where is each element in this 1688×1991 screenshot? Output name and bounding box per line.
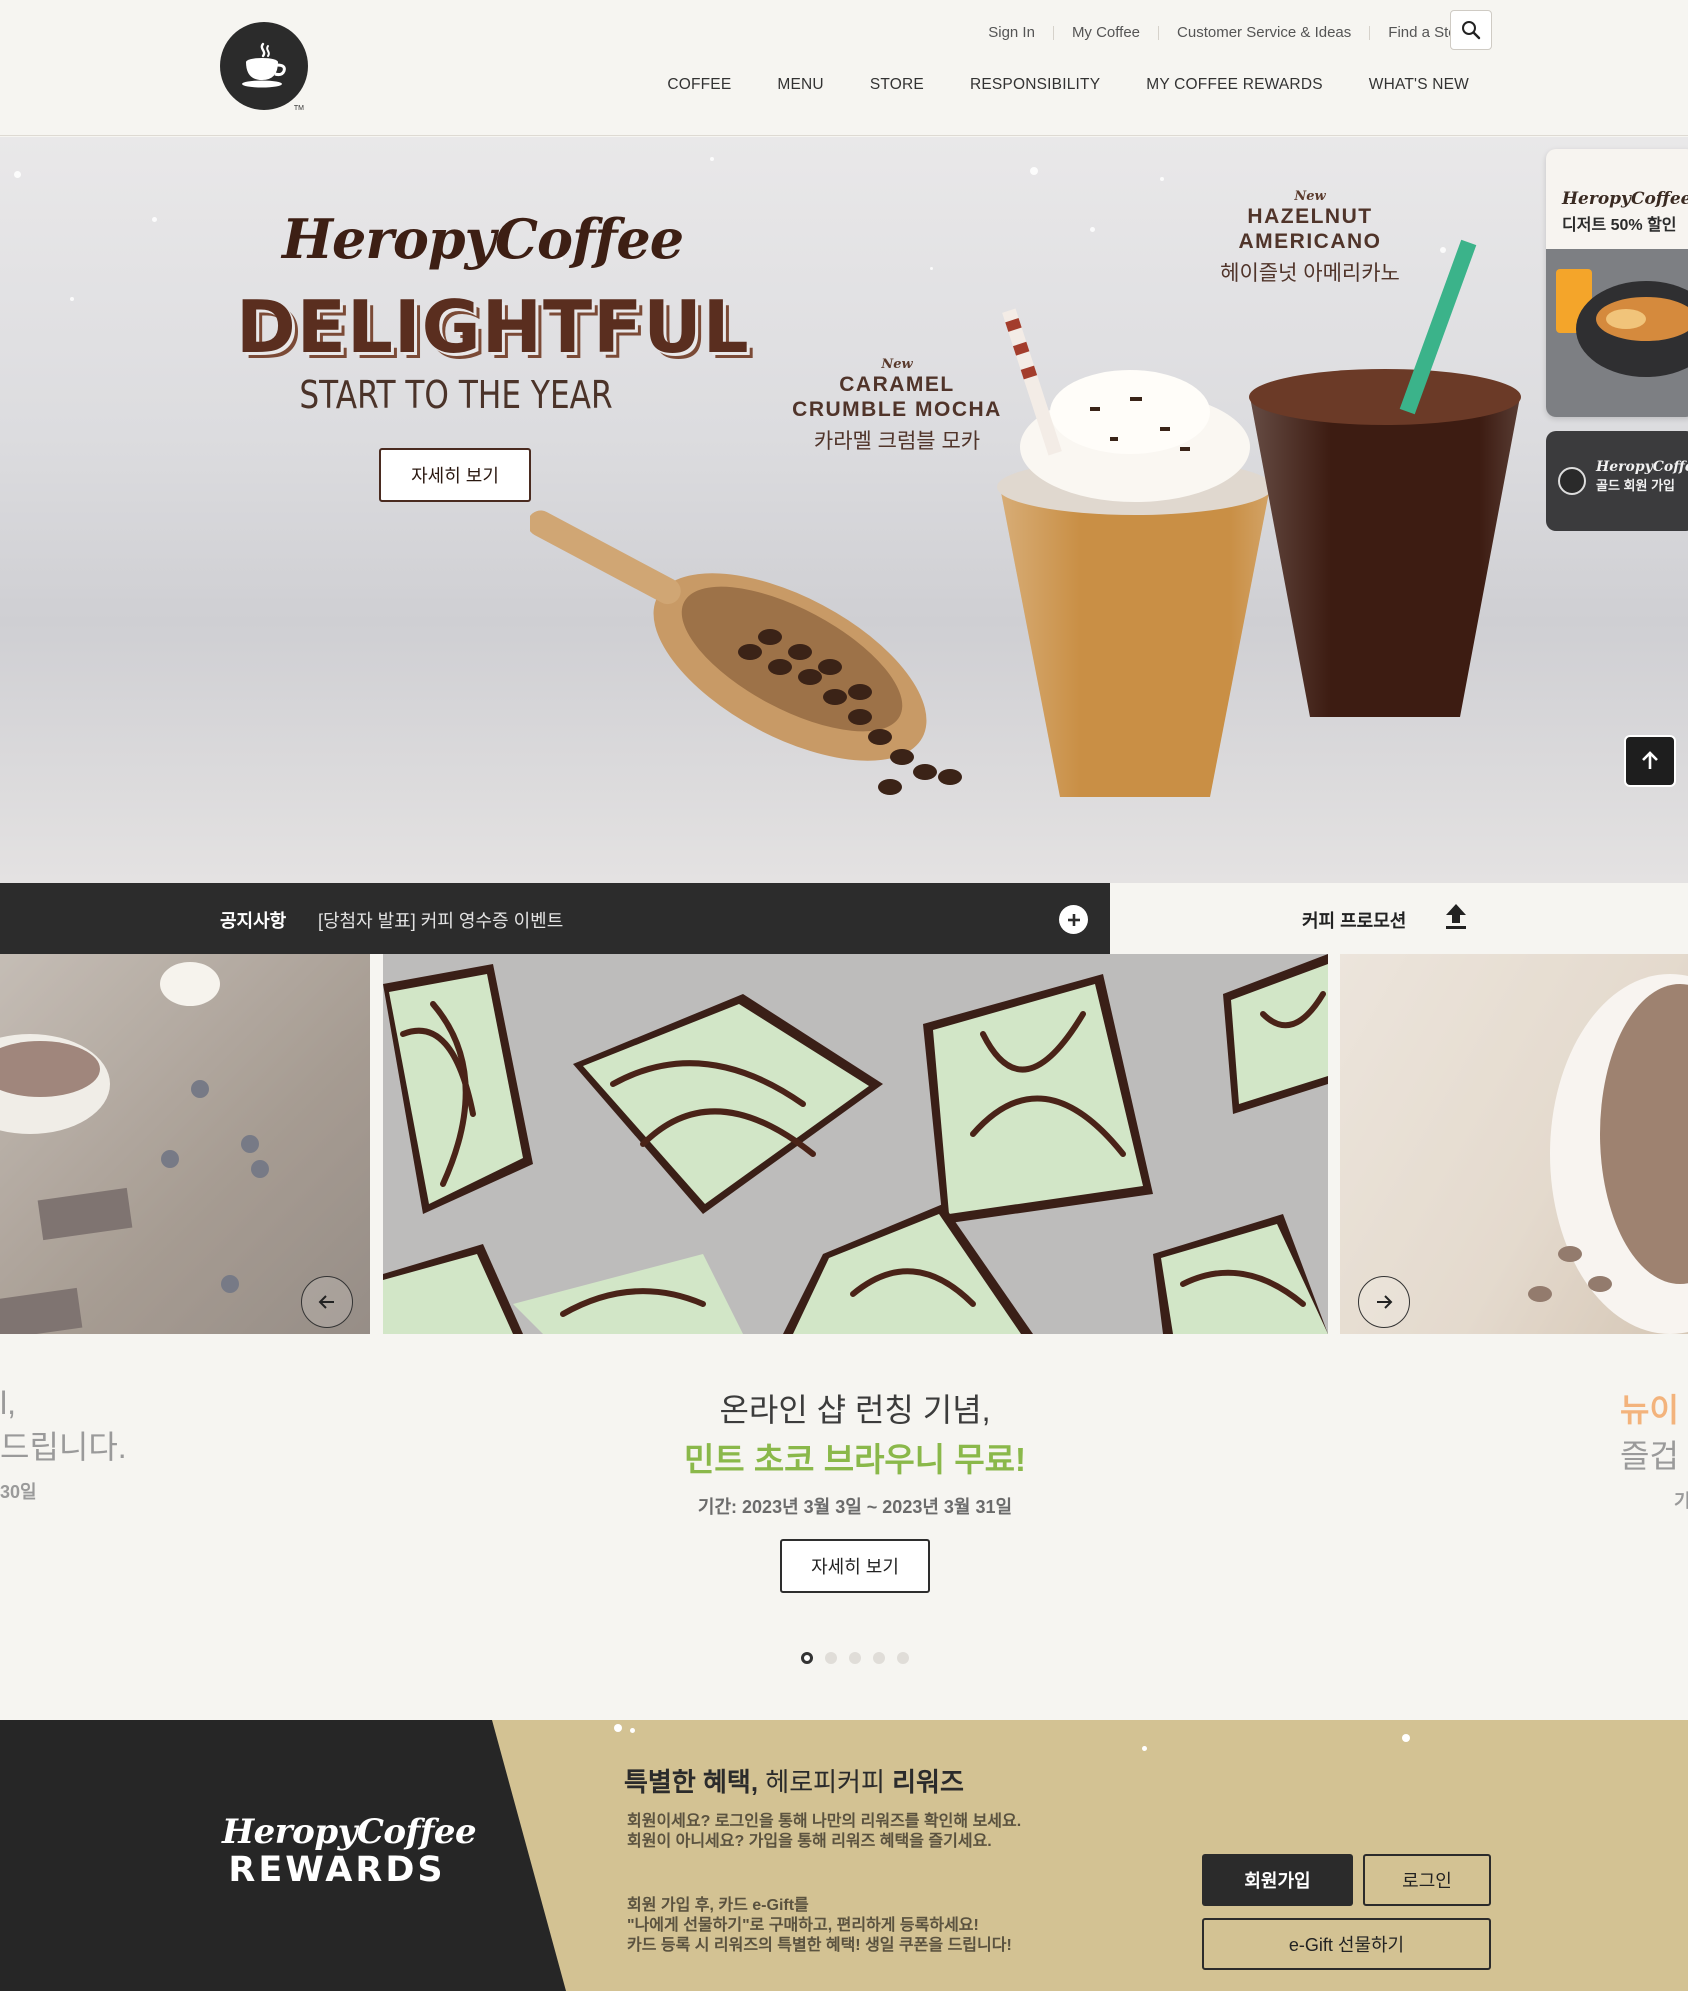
slider-prev-button[interactable]	[301, 1276, 353, 1328]
dessert-image	[1546, 249, 1688, 417]
gold-member-card[interactable]: HeropyCoffee 골드 회원 가입	[1546, 431, 1688, 531]
coffee-logo-icon	[1558, 467, 1586, 495]
slide-image-prev	[0, 954, 370, 1334]
customer-service-link[interactable]: Customer Service & Ideas	[1158, 25, 1369, 40]
site-header: TM Sign In My Coffee Customer Service & …	[0, 0, 1688, 136]
next-slide-line3: 기	[1674, 1491, 1688, 1511]
promotion-toggle[interactable]: 커피 프로모션	[1110, 883, 1688, 954]
card-brand: HeropyCoffee	[1562, 189, 1688, 209]
slider-next-button[interactable]	[1358, 1276, 1410, 1328]
prev-slide-line1: l,	[0, 1385, 16, 1421]
product-en-line2: AMERICANO	[1238, 230, 1382, 253]
rewards-title: REWARDS	[228, 1850, 446, 1890]
my-coffee-link[interactable]: My Coffee	[1052, 25, 1158, 40]
product-ko: 카라멜 크럼블 모카	[813, 430, 981, 453]
pagination-dot[interactable]	[849, 1652, 861, 1664]
product-hazelnut-label: New HAZELNUT AMERICANO 헤이즐넛 아메리카노	[1195, 189, 1425, 287]
notice-label: 공지사항	[220, 911, 287, 931]
next-slide-line1: 뉴이	[1620, 1392, 1679, 1428]
prev-slide-line2: 드립니다.	[0, 1429, 127, 1465]
nav-store[interactable]: STORE	[847, 76, 947, 94]
rewards-heading: 특별한 혜택, 헤로피커피 리워즈	[624, 1762, 964, 1799]
slide-caption: 온라인 샵 런칭 기념, 민트 초코 브라우니 무료! 기간: 2023년 3월…	[600, 1385, 1110, 1519]
slide-detail-button[interactable]: 자세히 보기	[780, 1539, 930, 1593]
pagination-dot[interactable]	[801, 1652, 813, 1664]
slider-pagination	[801, 1652, 909, 1664]
search-icon	[1462, 21, 1481, 40]
slide-title-line2: 민트 초코 브라우니 무료!	[683, 1441, 1027, 1478]
nav-responsibility[interactable]: RESPONSIBILITY	[947, 76, 1123, 94]
logo-tm: TM	[293, 105, 304, 112]
coffee-cup-icon	[242, 42, 286, 88]
logo[interactable]: TM	[220, 22, 308, 112]
rewards-section: HeropyCoffee REWARDS 특별한 혜택, 헤로피커피 리워즈 회…	[0, 1720, 1688, 1991]
slide-title-line1: 온라인 샵 런칭 기념,	[719, 1392, 991, 1428]
main-nav: COFFEE MENU STORE RESPONSIBILITY MY COFF…	[644, 76, 1492, 94]
hero-product-image	[530, 239, 1521, 797]
product-en-line1: CARAMEL	[839, 373, 955, 396]
slide-image-current	[383, 954, 1328, 1334]
plus-icon	[1067, 913, 1080, 926]
arrow-up-icon	[1642, 751, 1658, 769]
nav-coffee[interactable]: COFFEE	[644, 76, 754, 94]
join-button[interactable]: 회원가입	[1202, 1854, 1353, 1906]
product-en-line1: HAZELNUT	[1247, 205, 1373, 228]
search-button[interactable]	[1450, 10, 1492, 50]
card-text: 골드 회원 가입	[1596, 478, 1675, 493]
arrow-left-icon	[318, 1295, 334, 1309]
prev-slide-text: l, 드립니다. 30일	[0, 1385, 127, 1504]
product-ko: 헤이즐넛 아메리카노	[1220, 262, 1400, 285]
rewards-desc-3: 회원 가입 후, 카드 e-Gift를	[627, 1897, 809, 1914]
login-button[interactable]: 로그인	[1363, 1854, 1491, 1906]
prev-slide-line3: 30일	[0, 1482, 37, 1502]
scroll-top-button[interactable]	[1624, 735, 1676, 787]
rewards-desc-4: "나에게 선물하기"로 구매하고, 편리하게 등록하세요!	[627, 1917, 979, 1934]
nav-rewards[interactable]: MY COFFEE REWARDS	[1123, 76, 1346, 94]
hero-banner: HeropyCoffee DELIGHTFUL START TO THE YEA…	[0, 137, 1688, 883]
promotion-label: 커피 프로모션	[1302, 911, 1407, 931]
new-badge: New	[881, 357, 913, 372]
upload-arrow-icon	[1444, 902, 1468, 935]
new-badge: New	[1294, 189, 1326, 204]
rewards-desc-5: 카드 등록 시 리워즈의 특별한 혜택! 생일 쿠폰을 드립니다!	[627, 1937, 1012, 1954]
pagination-dot[interactable]	[873, 1652, 885, 1664]
rewards-desc-1: 회원이세요? 로그인을 통해 나만의 리워즈를 확인해 보세요.	[627, 1813, 1022, 1830]
rewards-heading-bold2: 리워즈	[892, 1767, 964, 1797]
nav-menu[interactable]: MENU	[754, 76, 846, 94]
next-slide-line2: 즐겁	[1620, 1438, 1679, 1474]
pagination-dot[interactable]	[897, 1652, 909, 1664]
sign-in-link[interactable]: Sign In	[970, 25, 1053, 40]
egift-button[interactable]: e-Gift 선물하기	[1202, 1918, 1491, 1970]
rewards-brand: HeropyCoffee	[222, 1812, 477, 1852]
product-caramel-label: New CARAMEL CRUMBLE MOCHA 카라멜 크럼블 모카	[782, 357, 1012, 455]
pagination-dot[interactable]	[825, 1652, 837, 1664]
card-text: 디저트 50% 할인	[1562, 217, 1677, 234]
notice-more-button[interactable]	[1059, 905, 1088, 934]
notice-bar: 공지사항 [당첨자 발표] 커피 영수증 이벤트	[0, 883, 1110, 954]
nav-whats-new[interactable]: WHAT'S NEW	[1346, 76, 1492, 94]
product-en-line2: CRUMBLE MOCHA	[792, 398, 1002, 421]
rewards-heading-bold1: 특별한 혜택,	[624, 1767, 759, 1797]
dessert-promo-card[interactable]: HeropyCoffee 디저트 50% 할인	[1546, 149, 1688, 417]
utility-nav: Sign In My Coffee Customer Service & Ide…	[970, 22, 1488, 44]
notice-text[interactable]: [당첨자 발표] 커피 영수증 이벤트	[318, 907, 563, 933]
next-slide-text: 뉴이 즐겁 기	[1620, 1385, 1688, 1513]
rewards-desc-2: 회원이 아니세요? 가입을 통해 리워즈 혜택을 즐기세요.	[627, 1833, 992, 1850]
slide-period: 기간: 2023년 3월 3일 ~ 2023년 3월 31일	[697, 1497, 1013, 1517]
card-brand: HeropyCoffee	[1596, 459, 1688, 475]
rewards-heading-normal: 헤로피커피	[758, 1767, 893, 1797]
hero-detail-button[interactable]: 자세히 보기	[379, 448, 531, 502]
arrow-right-icon	[1377, 1295, 1393, 1309]
